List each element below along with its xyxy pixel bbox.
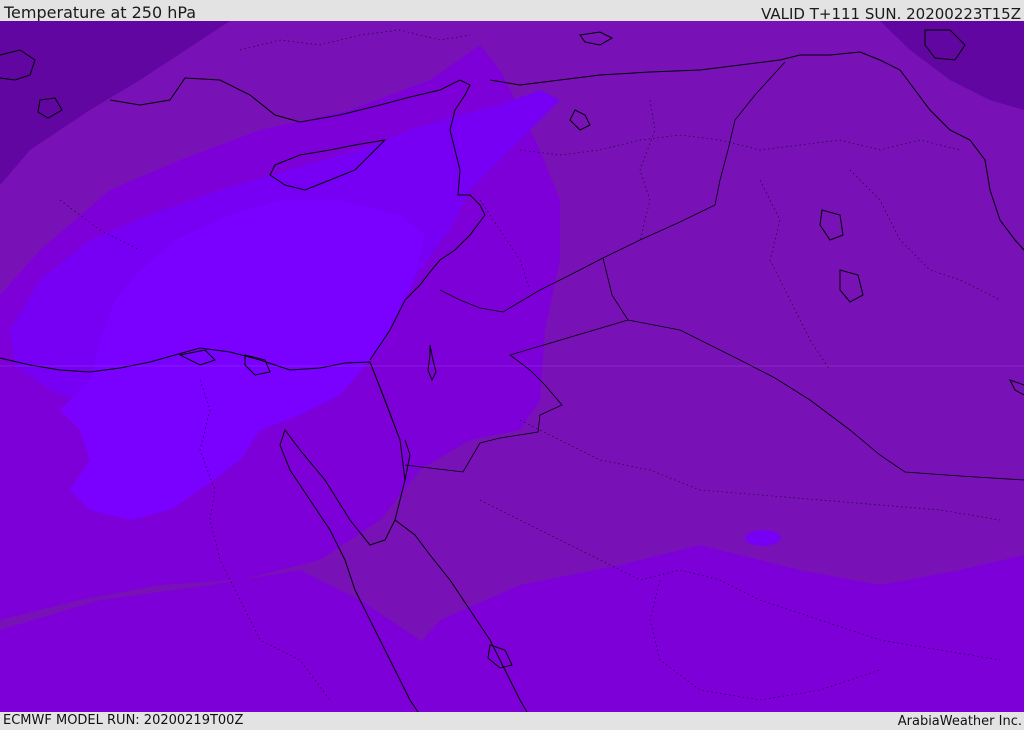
map-title: Temperature at 250 hPa — [4, 3, 197, 22]
map-canvas — [0, 21, 1024, 712]
warm-patch-small — [388, 138, 428, 154]
footer-bar: ECMWF MODEL RUN: 20200219T00Z ArabiaWeat… — [0, 712, 1024, 729]
warm-patch-egypt — [745, 530, 781, 546]
credit-label: ArabiaWeather Inc. — [897, 714, 1022, 729]
model-run-label: ECMWF MODEL RUN: 20200219T00Z — [3, 713, 244, 728]
weather-map[interactable] — [0, 21, 1024, 712]
header-bar: Temperature at 250 hPa VALID T+111 SUN. … — [0, 0, 1024, 23]
